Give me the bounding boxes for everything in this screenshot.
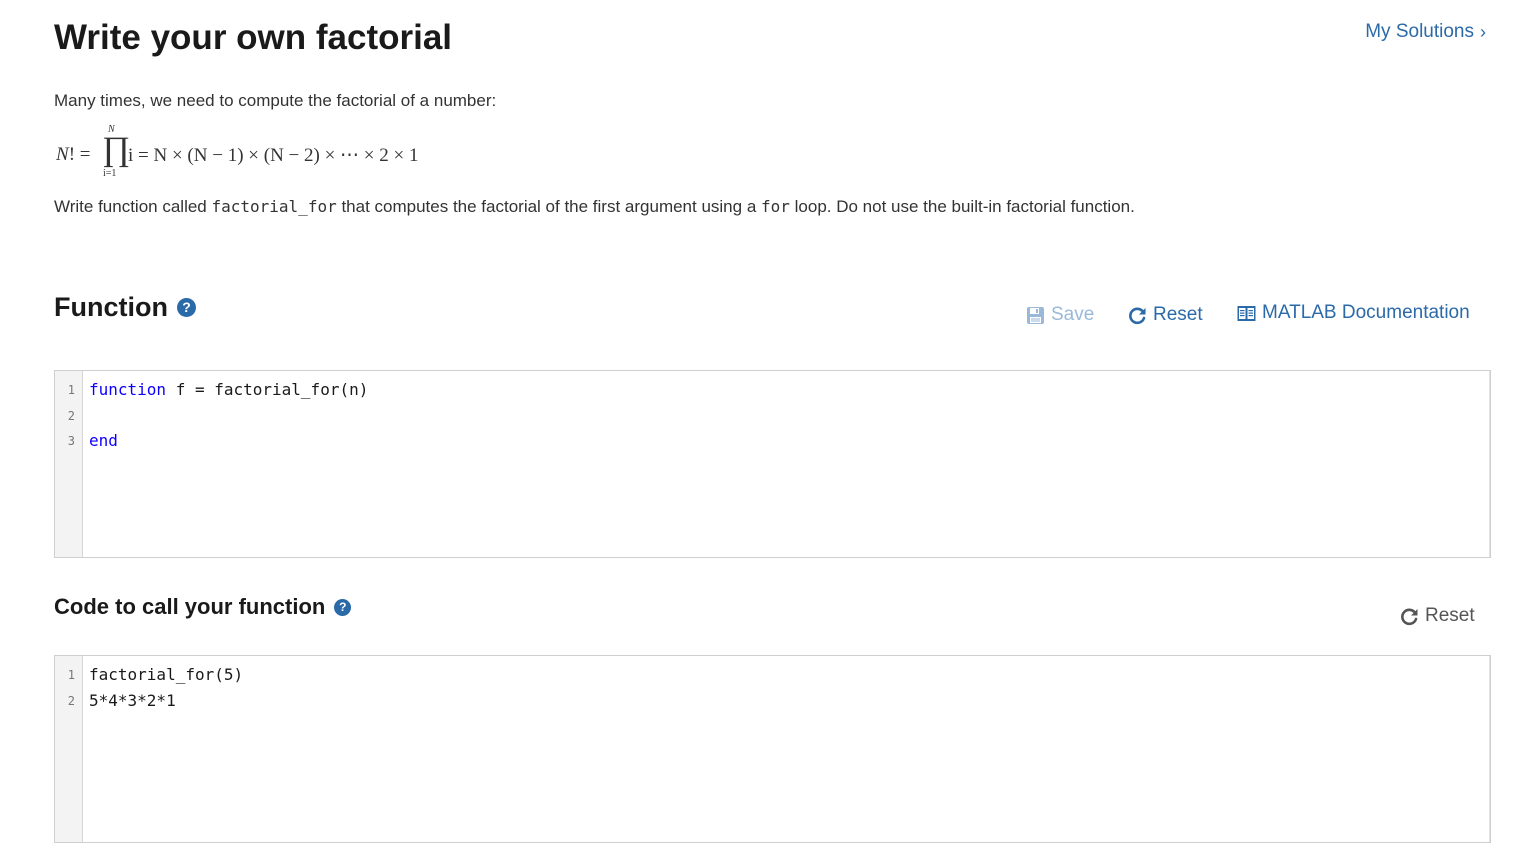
description-text-2: that computes the factorial of the first…	[336, 197, 761, 216]
code-keyword: function	[89, 380, 167, 399]
code-text: f = factorial_for(n)	[166, 380, 369, 399]
line-number: 2	[67, 693, 75, 708]
formula-lower-limit: i=1	[103, 168, 117, 179]
reset-icon	[1401, 608, 1418, 625]
code-line[interactable]: end	[89, 430, 1489, 456]
save-icon	[1027, 306, 1044, 324]
my-solutions-label: My Solutions	[1365, 21, 1474, 42]
code-area[interactable]: function f = factorial_for(n) end	[83, 371, 1490, 557]
matlab-documentation-link[interactable]: MATLAB Documentation	[1237, 302, 1470, 324]
line-number: 1	[67, 668, 75, 682]
call-title-label: Code to call your function	[54, 594, 326, 619]
chevron-right-icon: ›	[1480, 22, 1486, 42]
book-icon	[1237, 305, 1256, 321]
function-title-label: Function	[54, 292, 168, 322]
save-button[interactable]: Save	[1026, 304, 1094, 326]
code-area[interactable]: factorial_for(5) 5*4*3*2*1	[83, 656, 1490, 842]
code-line[interactable]	[89, 405, 1489, 431]
code-line[interactable]: 5*4*3*2*1	[89, 690, 1489, 716]
my-solutions-link[interactable]: My Solutions ›	[1365, 21, 1486, 43]
function-reset-label: Reset	[1153, 304, 1203, 325]
formula-lhs: N! =	[56, 144, 91, 165]
function-section-title: Function ?	[54, 292, 196, 323]
matlab-documentation-label: MATLAB Documentation	[1262, 302, 1470, 323]
description-text-3: loop. Do not use the built-in factorial …	[789, 197, 1135, 216]
page-title: Write your own factorial	[54, 18, 453, 57]
call-code-editor[interactable]: 1 2 factorial_for(5) 5*4*3*2*1	[54, 655, 1491, 843]
function-reset-button[interactable]: Reset	[1128, 304, 1203, 326]
formula-rhs: i = N × (N − 1) × (N − 2) × ⋯ × 2 × 1	[128, 145, 419, 166]
help-icon[interactable]: ?	[334, 598, 352, 616]
line-number-gutter: 1 2	[55, 656, 83, 842]
description-code-for: for	[761, 197, 790, 216]
call-reset-button[interactable]: Reset	[1400, 605, 1475, 627]
call-section-title: Code to call your function ?	[54, 594, 352, 620]
help-icon[interactable]: ?	[176, 298, 196, 317]
call-reset-label: Reset	[1425, 605, 1475, 626]
problem-intro: Many times, we need to compute the facto…	[54, 91, 497, 110]
line-number: 3	[67, 434, 75, 448]
save-label: Save	[1051, 304, 1095, 325]
product-symbol: ∏	[102, 131, 130, 168]
factorial-formula: N! = N ∏ i=1 i = N × (N − 1) × (N − 2) ×…	[56, 124, 476, 182]
line-number: 2	[67, 408, 75, 423]
reset-icon	[1129, 307, 1146, 324]
line-number-gutter: 1 2 3	[55, 371, 83, 557]
line-number: 1	[67, 383, 75, 397]
problem-description: Write function called factorial_for that…	[54, 197, 1135, 217]
description-code-function-name: factorial_for	[211, 197, 337, 216]
description-text-1: Write function called	[54, 197, 212, 216]
code-keyword: end	[89, 431, 118, 450]
function-code-editor[interactable]: 1 2 3 function f = factorial_for(n) end	[54, 370, 1491, 558]
code-line[interactable]: function f = factorial_for(n)	[89, 379, 1489, 405]
code-line[interactable]: factorial_for(5)	[89, 664, 1489, 690]
